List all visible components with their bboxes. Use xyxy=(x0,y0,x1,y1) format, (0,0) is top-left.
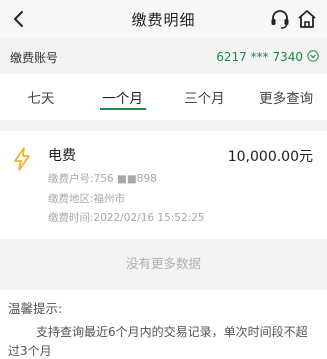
tips-panel: 温馨提示: 支持查询最近6个月内的交易记录，单次时间段不超过3个月 xyxy=(0,290,327,359)
account-row[interactable]: 缴费账号 6217 *** 7340 xyxy=(0,44,327,70)
top-bar: 缴费明细 xyxy=(0,0,327,38)
record-amount: 10,000.00元 xyxy=(227,149,313,165)
page-title: 缴费明细 xyxy=(131,10,196,29)
chevron-left-icon[interactable] xyxy=(8,8,30,30)
lightning-bolt-icon xyxy=(12,147,32,171)
account-selector[interactable]: 6217 *** 7340 xyxy=(216,49,319,65)
home-icon[interactable] xyxy=(296,8,318,30)
record-time: 缴费时间:2022/02/16 15:52:25 xyxy=(48,212,205,224)
record-account-no: 缴费户号:756 ■■898 xyxy=(48,173,157,185)
headset-icon[interactable] xyxy=(269,8,291,30)
tab-seven-days[interactable]: 七天 xyxy=(0,74,82,120)
chevron-down-icon xyxy=(307,49,319,65)
no-more-data: 没有更多数据 xyxy=(125,255,201,271)
period-tabs: 七天 一个月 三个月 更多查询 xyxy=(0,74,327,120)
tab-more-query[interactable]: 更多查询 xyxy=(245,74,327,120)
account-label: 缴费账号 xyxy=(10,50,59,65)
tips-text: 支持查询最近6个月内的交易记录，单次时间段不超过3个月 xyxy=(8,325,308,358)
tab-one-month[interactable]: 一个月 xyxy=(82,74,164,120)
payment-record[interactable]: 电费 10,000.00元 缴费户号:756 ■■898 缴费地区:福州市 缴费… xyxy=(0,131,327,239)
record-area: 缴费地区:福州市 xyxy=(48,193,126,205)
tab-three-months[interactable]: 三个月 xyxy=(164,74,246,120)
tips-title: 温馨提示: xyxy=(8,301,63,316)
record-name: 电费 xyxy=(48,148,76,164)
account-number: 6217 *** 7340 xyxy=(216,50,303,64)
